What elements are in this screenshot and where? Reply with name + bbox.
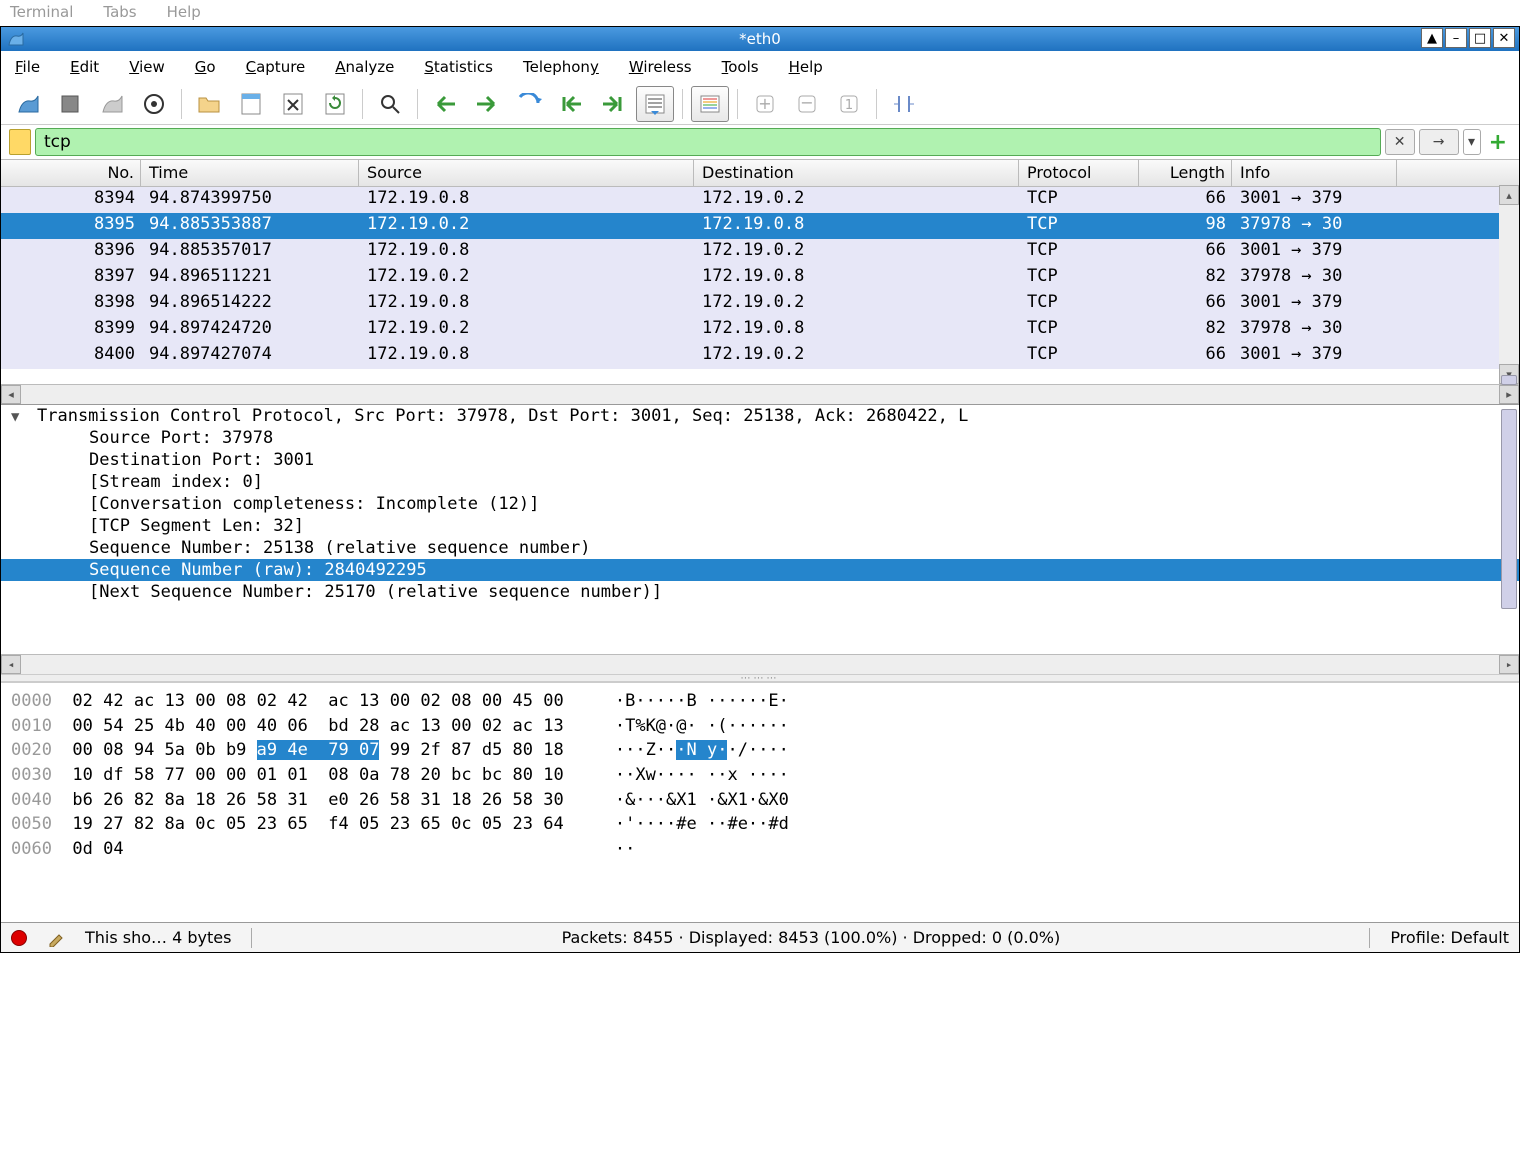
save-file-button[interactable] bbox=[232, 86, 270, 122]
jump-to-button[interactable] bbox=[510, 86, 548, 122]
svg-text:1: 1 bbox=[845, 98, 853, 113]
col-protocol[interactable]: Protocol bbox=[1019, 160, 1139, 186]
zoom-in-button[interactable]: + bbox=[746, 86, 784, 122]
capture-options-button[interactable] bbox=[135, 86, 173, 122]
roll-up-button[interactable]: ▲ bbox=[1421, 28, 1443, 48]
add-filter-button[interactable]: + bbox=[1485, 130, 1511, 155]
menu-help[interactable]: Help bbox=[789, 58, 823, 76]
col-length[interactable]: Length bbox=[1139, 160, 1232, 186]
titlebar: *eth0 ▲ – □ ✕ bbox=[1, 27, 1519, 51]
app-icon bbox=[7, 30, 25, 48]
menu-tools[interactable]: Tools bbox=[722, 58, 759, 76]
menu-file[interactable]: File bbox=[15, 58, 40, 76]
zoom-reset-button[interactable]: 1 bbox=[830, 86, 868, 122]
detail-header[interactable]: Transmission Control Protocol, Src Port:… bbox=[1, 405, 1519, 427]
menu-help-top[interactable]: Help bbox=[167, 3, 201, 23]
find-button[interactable] bbox=[371, 86, 409, 122]
edit-icon[interactable] bbox=[47, 929, 65, 947]
resize-columns-button[interactable] bbox=[885, 86, 923, 122]
detail-line[interactable]: [Stream index: 0] bbox=[1, 471, 1519, 493]
menu-capture[interactable]: Capture bbox=[246, 58, 306, 76]
close-button[interactable]: ✕ bbox=[1493, 28, 1515, 48]
detail-line[interactable]: [Next Sequence Number: 25170 (relative s… bbox=[1, 581, 1519, 603]
bookmark-icon[interactable] bbox=[9, 129, 31, 155]
start-capture-button[interactable] bbox=[9, 86, 47, 122]
menubar: File Edit View Go Capture Analyze Statis… bbox=[1, 51, 1519, 83]
packet-details-pane[interactable]: ▼ Transmission Control Protocol, Src Por… bbox=[1, 404, 1519, 674]
packet-row[interactable]: 839794.896511221172.19.0.2172.19.0.8TCP8… bbox=[1, 265, 1519, 291]
zoom-out-button[interactable]: − bbox=[788, 86, 826, 122]
open-file-button[interactable] bbox=[190, 86, 228, 122]
menu-tabs[interactable]: Tabs bbox=[103, 3, 136, 23]
menu-analyze[interactable]: Analyze bbox=[335, 58, 394, 76]
detail-line[interactable]: Source Port: 37978 bbox=[1, 427, 1519, 449]
statusbar: This sho… 4 bytes Packets: 8455 · Displa… bbox=[1, 922, 1519, 952]
restart-capture-button[interactable] bbox=[93, 86, 131, 122]
stop-capture-button[interactable] bbox=[51, 86, 89, 122]
packet-hscroll[interactable]: ◂▸ bbox=[1, 384, 1519, 404]
menu-edit[interactable]: Edit bbox=[70, 58, 99, 76]
apply-filter-button[interactable]: → bbox=[1419, 129, 1459, 155]
window-title: *eth0 bbox=[1, 30, 1519, 48]
details-hscroll[interactable]: ◂▸ bbox=[1, 654, 1519, 674]
pane-resizer[interactable]: ⋯⋯⋯ bbox=[1, 674, 1519, 682]
detail-line[interactable]: Sequence Number: 25138 (relative sequenc… bbox=[1, 537, 1519, 559]
desktop-menubar: Terminal Tabs Help bbox=[0, 0, 1520, 26]
autoscroll-button[interactable] bbox=[636, 86, 674, 122]
packet-row[interactable]: 839994.897424720172.19.0.2172.19.0.8TCP8… bbox=[1, 317, 1519, 343]
col-source[interactable]: Source bbox=[359, 160, 694, 186]
filter-history-button[interactable]: ▾ bbox=[1463, 129, 1481, 155]
status-mid: Packets: 8455 · Displayed: 8453 (100.0%)… bbox=[272, 928, 1349, 947]
col-no[interactable]: No. bbox=[1, 160, 141, 186]
filter-bar: ✕ → ▾ + bbox=[1, 125, 1519, 159]
menu-view[interactable]: View bbox=[129, 58, 165, 76]
packet-bytes-pane[interactable]: 0000 02 42 ac 13 00 08 02 42 ac 13 00 02… bbox=[1, 682, 1519, 922]
wireshark-window: *eth0 ▲ – □ ✕ File Edit View Go Capture … bbox=[0, 26, 1520, 953]
packet-row[interactable]: 839594.885353887172.19.0.2172.19.0.8TCP9… bbox=[1, 213, 1519, 239]
packet-list-pane: No. Time Source Destination Protocol Len… bbox=[1, 159, 1519, 404]
col-destination[interactable]: Destination bbox=[694, 160, 1019, 186]
reload-button[interactable] bbox=[316, 86, 354, 122]
go-last-button[interactable] bbox=[594, 86, 632, 122]
packet-row[interactable]: 840094.897427074172.19.0.8172.19.0.2TCP6… bbox=[1, 343, 1519, 369]
detail-line[interactable]: Sequence Number (raw): 2840492295 bbox=[1, 559, 1519, 581]
clear-filter-button[interactable]: ✕ bbox=[1385, 129, 1415, 155]
packet-row[interactable]: 839694.885357017172.19.0.8172.19.0.2TCP6… bbox=[1, 239, 1519, 265]
go-first-button[interactable] bbox=[552, 86, 590, 122]
svg-text:+: + bbox=[758, 94, 771, 113]
svg-text:−: − bbox=[800, 93, 813, 112]
packet-row[interactable]: 839494.874399750172.19.0.8172.19.0.2TCP6… bbox=[1, 187, 1519, 213]
detail-line[interactable]: [Conversation completeness: Incomplete (… bbox=[1, 493, 1519, 515]
go-forward-button[interactable] bbox=[468, 86, 506, 122]
status-left: This sho… 4 bytes bbox=[85, 928, 231, 947]
menu-go[interactable]: Go bbox=[195, 58, 216, 76]
col-info[interactable]: Info bbox=[1232, 160, 1397, 186]
maximize-button[interactable]: □ bbox=[1469, 28, 1491, 48]
colorize-button[interactable] bbox=[691, 86, 729, 122]
display-filter-input[interactable] bbox=[35, 128, 1381, 156]
packet-list[interactable]: 839494.874399750172.19.0.8172.19.0.2TCP6… bbox=[1, 187, 1519, 384]
menu-terminal[interactable]: Terminal bbox=[10, 3, 73, 23]
close-file-button[interactable] bbox=[274, 86, 312, 122]
toolbar: + − 1 bbox=[1, 83, 1519, 125]
packet-list-header: No. Time Source Destination Protocol Len… bbox=[1, 159, 1519, 187]
detail-line[interactable]: Destination Port: 3001 bbox=[1, 449, 1519, 471]
menu-telephony[interactable]: Telephony bbox=[523, 58, 599, 76]
expert-info-icon[interactable] bbox=[11, 930, 27, 946]
detail-line[interactable]: [TCP Segment Len: 32] bbox=[1, 515, 1519, 537]
menu-wireless[interactable]: Wireless bbox=[629, 58, 692, 76]
col-time[interactable]: Time bbox=[141, 160, 359, 186]
packet-row[interactable]: 839894.896514222172.19.0.8172.19.0.2TCP6… bbox=[1, 291, 1519, 317]
details-vscroll[interactable] bbox=[1501, 409, 1517, 609]
packet-vscroll[interactable]: ▴ ▾ bbox=[1499, 185, 1519, 384]
menu-statistics[interactable]: Statistics bbox=[424, 58, 493, 76]
tree-expander-icon[interactable]: ▼ bbox=[11, 409, 19, 425]
go-back-button[interactable] bbox=[426, 86, 464, 122]
status-profile[interactable]: Profile: Default bbox=[1390, 928, 1509, 947]
minimize-button[interactable]: – bbox=[1445, 28, 1467, 48]
